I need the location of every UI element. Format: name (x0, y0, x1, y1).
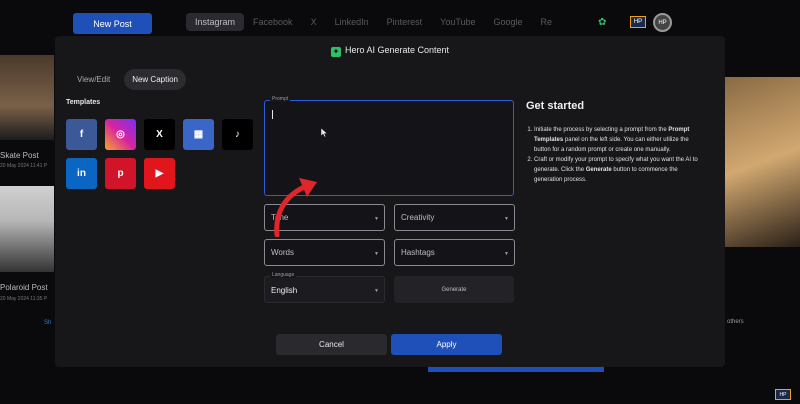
skate-post-thumbnail[interactable] (0, 55, 54, 140)
tab-linkedin[interactable]: LinkedIn (326, 13, 378, 31)
modal-title: ✦ Hero AI Generate Content (55, 45, 725, 57)
text-caret (272, 110, 273, 119)
instagram-icon[interactable]: ◎ (105, 119, 136, 150)
background-button (428, 367, 604, 372)
tab-youtube[interactable]: YouTube (431, 13, 484, 31)
youtube-icon[interactable]: ▶ (144, 158, 175, 189)
post-title: Skate Post (0, 151, 39, 160)
tab-x[interactable]: X (302, 13, 326, 31)
linkedin-icon[interactable]: in (66, 158, 97, 189)
tab-view-edit[interactable]: View/Edit (69, 69, 118, 90)
tab-instagram[interactable]: Instagram (186, 13, 245, 31)
avatar[interactable]: HP (653, 13, 672, 32)
sparkle-icon: ✦ (330, 47, 341, 57)
post-date: 20 May 2024 11:35 P (0, 296, 48, 302)
prompt-label: Prompt (270, 96, 291, 102)
templates-heading: Templates (66, 99, 101, 106)
instruction-step: Initiate the process by selecting a prom… (534, 125, 706, 155)
language-select[interactable]: Language English ▼ (264, 272, 385, 303)
post-title: Polaroid Post (0, 283, 48, 292)
hashtags-label: Hashtags (401, 248, 435, 257)
tab-new-caption[interactable]: New Caption (124, 69, 187, 90)
chevron-down-icon: ▼ (504, 216, 509, 222)
tab-more[interactable]: Re (532, 13, 562, 31)
language-value: English (271, 286, 298, 295)
share-link[interactable]: Sh (44, 320, 51, 326)
caption-tabs: View/Edit New Caption (69, 69, 187, 90)
polaroid-post-thumbnail[interactable] (0, 186, 54, 272)
tab-google[interactable]: Google (485, 13, 532, 31)
instructions-list: Initiate the process by selecting a prom… (526, 125, 706, 185)
apply-button[interactable]: Apply (391, 334, 502, 355)
tab-pinterest[interactable]: Pinterest (378, 13, 432, 31)
chevron-down-icon: ▼ (374, 288, 379, 294)
google-business-icon[interactable]: ▦ (183, 119, 214, 150)
annotation-arrow-icon (274, 178, 317, 237)
brand-logo-small: HP (775, 389, 791, 400)
get-started-heading: Get started (526, 100, 585, 112)
words-select[interactable]: Words ▼ (264, 239, 385, 266)
chevron-down-icon: ▼ (374, 251, 379, 257)
platform-tabs: Instagram Facebook X LinkedIn Pinterest … (186, 13, 561, 31)
post-preview-image (725, 77, 800, 247)
likes-text: 3 others (722, 319, 744, 325)
modal-title-text: Hero AI Generate Content (344, 45, 450, 55)
facebook-icon[interactable]: f (66, 119, 97, 150)
x-icon[interactable]: X (144, 119, 175, 150)
new-post-button[interactable]: New Post (73, 13, 152, 34)
tiktok-icon[interactable]: ♪ (222, 119, 253, 150)
gear-icon[interactable]: ✿ (598, 17, 609, 28)
chevron-down-icon: ▼ (374, 216, 379, 222)
creativity-select[interactable]: Creativity ▼ (394, 204, 515, 231)
mouse-pointer-icon (321, 128, 328, 137)
tab-facebook[interactable]: Facebook (244, 13, 302, 31)
pinterest-icon[interactable]: p (105, 158, 136, 189)
hashtags-select[interactable]: Hashtags ▼ (394, 239, 515, 266)
language-label: Language (270, 272, 297, 278)
cancel-button[interactable]: Cancel (276, 334, 387, 355)
brand-logo: HP (630, 16, 646, 28)
words-label: Words (271, 248, 294, 257)
ai-generate-modal: ✦ Hero AI Generate Content View/Edit New … (55, 36, 725, 367)
chevron-down-icon: ▼ (504, 251, 509, 257)
creativity-label: Creativity (401, 213, 435, 222)
post-date: 20 May 2024 11:41 P (0, 163, 48, 169)
instruction-step: Craft or modify your prompt to specify w… (534, 155, 706, 185)
generate-button[interactable]: Generate (394, 276, 514, 303)
